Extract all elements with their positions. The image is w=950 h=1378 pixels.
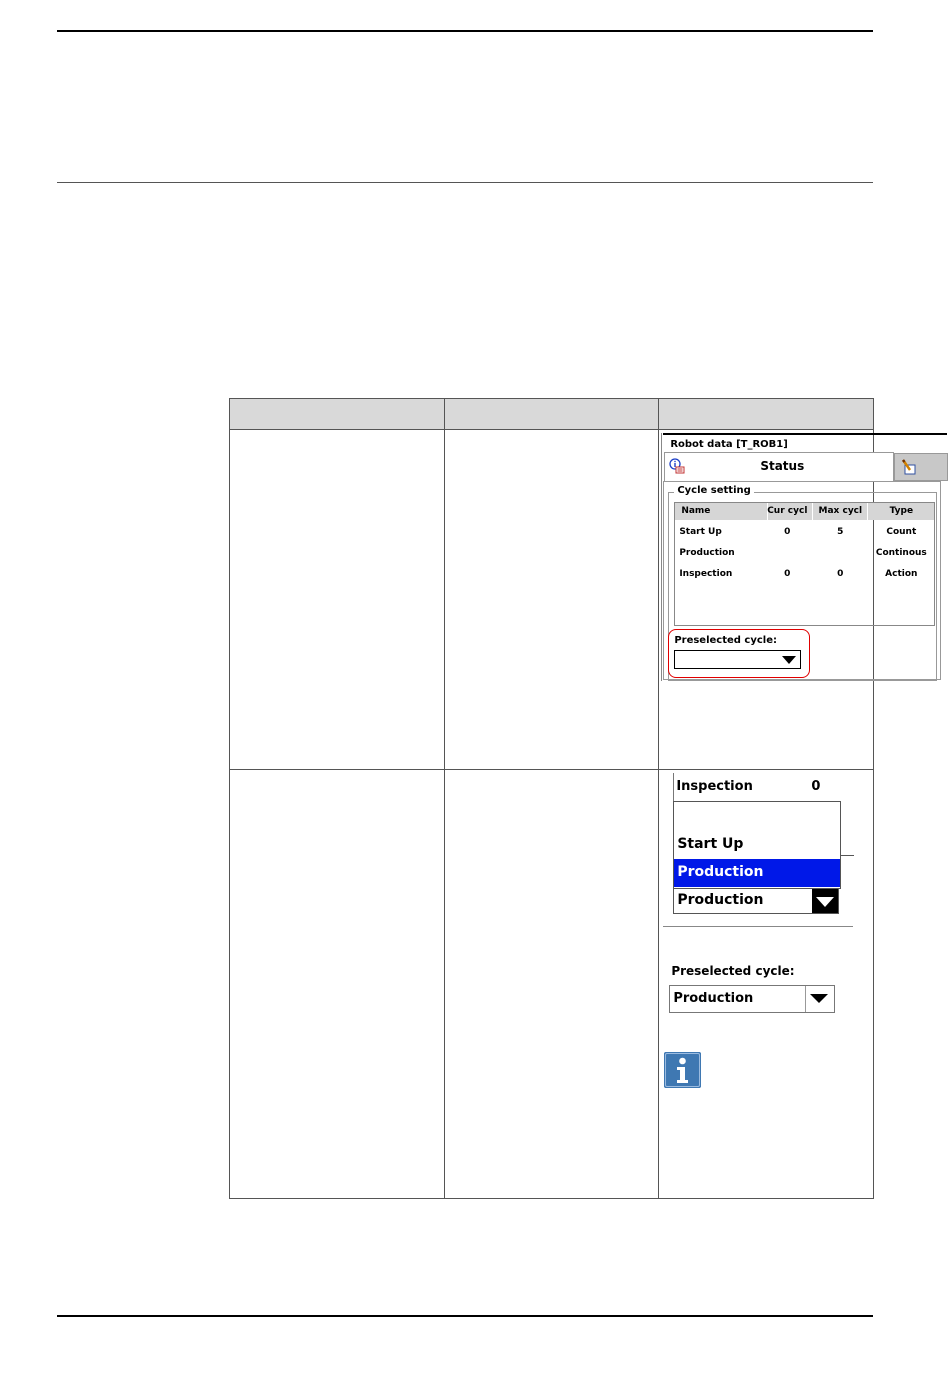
dropdown-list: Start Up Production xyxy=(673,801,842,889)
footer-rule xyxy=(57,1315,873,1317)
cycle-dropdown-value: Production xyxy=(677,892,764,908)
info-icon xyxy=(664,1052,702,1088)
info-icon xyxy=(669,458,685,474)
window-title: Robot data [T_ROB1] xyxy=(670,439,788,450)
tab-edit[interactable] xyxy=(894,453,949,481)
table-header-step xyxy=(229,398,445,430)
header-rule xyxy=(57,30,873,32)
row-max-cycl: 0 xyxy=(837,569,844,579)
separator xyxy=(663,926,854,927)
callout-line xyxy=(840,855,855,856)
preselected-cycle-dropdown[interactable] xyxy=(674,650,802,669)
table-header-row xyxy=(229,398,874,430)
table-row: Inspection 0 Start Up Production Product… xyxy=(229,769,874,1199)
chevron-down-icon xyxy=(782,656,797,664)
row-type: Continous xyxy=(875,548,927,558)
row-cur-cycl: 0 xyxy=(784,569,791,579)
edit-icon xyxy=(902,459,916,475)
grid-row-value: 0 xyxy=(811,779,821,794)
procedure-table: Robot data [T_ROB1] Status Cycle setting… xyxy=(229,398,949,1199)
illustration-cell: Robot data [T_ROB1] Status Cycle setting… xyxy=(658,429,949,770)
robot-data-screenshot: Robot data [T_ROB1] Status Cycle setting… xyxy=(661,433,949,681)
row-type: Action xyxy=(885,569,918,579)
tab-status-label: Status xyxy=(760,459,805,473)
column-header-cur-cycl: Cur cycl xyxy=(762,503,814,520)
table-header-action xyxy=(443,398,660,430)
column-header-type: Type xyxy=(889,506,914,516)
column-header-max-cycl: Max cycl xyxy=(813,503,869,520)
table-row: Robot data [T_ROB1] Status Cycle setting… xyxy=(229,429,949,770)
table-header-illustration xyxy=(658,398,874,430)
title-bar-line xyxy=(663,433,948,435)
row-max-cycl: 5 xyxy=(837,527,844,537)
cycle-setting-label: Cycle setting xyxy=(674,485,754,496)
row-name[interactable]: Production xyxy=(679,548,734,558)
chevron-down-icon xyxy=(810,994,829,1003)
cycle-dropdown[interactable]: Production xyxy=(673,888,840,914)
preselected-cycle-label: Preselected cycle: xyxy=(671,964,795,978)
grid-row-name: Inspection xyxy=(676,779,753,794)
dropdown-option-production[interactable]: Production xyxy=(674,859,841,887)
column-header-name: Name xyxy=(675,503,769,520)
action-cell xyxy=(443,429,660,770)
dropdown-option-label: Production xyxy=(677,864,764,880)
illustration-cell: Inspection 0 Start Up Production Product… xyxy=(658,769,874,1199)
row-type: Count xyxy=(886,527,917,537)
action-cell xyxy=(443,769,660,1199)
section-rule xyxy=(57,182,873,183)
row-name[interactable]: Inspection xyxy=(679,569,732,579)
chevron-down-icon xyxy=(816,897,835,907)
row-name[interactable]: Start Up xyxy=(679,527,721,537)
dropdown-toggle-button[interactable] xyxy=(812,889,839,913)
preselected-cycle-dropdown[interactable]: Production xyxy=(669,985,836,1013)
tab-status[interactable]: Status xyxy=(664,452,895,481)
cycle-grid: Name Cur cycl Max cycl Type Start Up 0 5… xyxy=(674,502,936,626)
step-number-cell xyxy=(229,769,445,1199)
step-number-cell xyxy=(229,429,445,770)
dropdown-open-screenshot: Inspection 0 Start Up Production Product… xyxy=(663,773,863,933)
preselected-cycle-value: Production xyxy=(673,991,754,1006)
grid-header: Name Cur cycl Max cycl Type xyxy=(675,503,935,520)
preselected-cycle-label: Preselected cycle: xyxy=(674,635,778,646)
row-cur-cycl: 0 xyxy=(784,527,791,537)
dropdown-option-start-up[interactable]: Start Up xyxy=(677,836,743,852)
